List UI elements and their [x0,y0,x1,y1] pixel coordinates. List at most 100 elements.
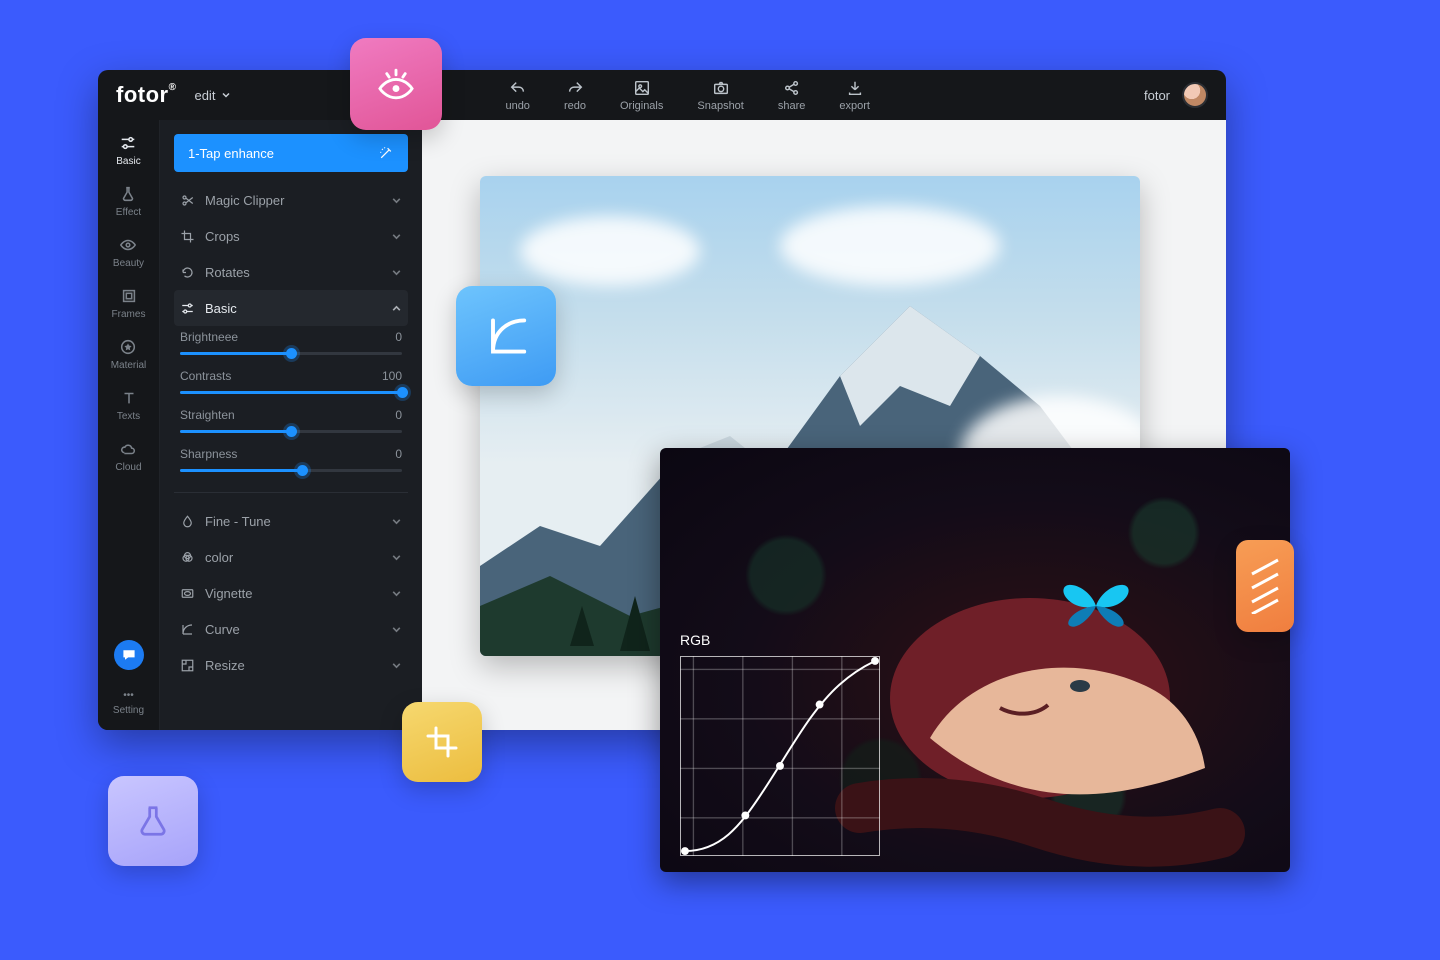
tile-effect-icon [108,776,198,866]
tool-resize[interactable]: Resize [174,647,408,683]
resize-icon [180,658,195,673]
tool-rail: Basic Effect Beauty Frames Material Text… [98,120,160,730]
slider-sharpness-label: Sharpness [180,447,237,461]
originals-label: Originals [620,100,663,112]
chevron-down-icon [391,552,402,563]
slider-thumb[interactable] [286,426,297,437]
tile-curve-icon [456,286,556,386]
slider-track[interactable] [180,430,402,433]
rail-effect[interactable]: Effect [116,185,141,218]
export-button[interactable]: export [839,79,870,112]
tool-magic-clipper[interactable]: Magic Clipper [174,182,408,218]
tool-basic-label: Basic [205,301,237,316]
avatar[interactable] [1182,82,1208,108]
slider-track[interactable] [180,469,402,472]
rail-cloud[interactable]: Cloud [115,440,141,473]
rail-cloud-label: Cloud [115,462,141,473]
tool-vignette-label: Vignette [205,586,252,601]
crop-icon [422,722,462,762]
crop-icon [180,229,195,244]
brand-logo: fotor® [98,82,194,108]
share-button[interactable]: share [778,79,806,112]
curve-overlay-title: RGB [680,632,710,648]
rail-bottom: ••• Setting [98,640,159,716]
sliders-icon [119,134,137,152]
originals-button[interactable]: Originals [620,79,663,112]
undo-button[interactable]: undo [505,79,529,112]
vignette-icon [180,586,195,601]
rail-material[interactable]: Material [111,338,147,371]
redo-label: redo [564,100,586,112]
tool-crops[interactable]: Crops [174,218,408,254]
sliders-icon [180,301,195,316]
undo-icon [509,79,527,97]
tool-resize-label: Resize [205,658,245,673]
one-tap-enhance-button[interactable]: 1-Tap enhance [174,134,408,172]
slider-contrasts[interactable]: Contrasts 100 [174,365,408,404]
rail-basic[interactable]: Basic [116,134,140,167]
rail-beauty[interactable]: Beauty [113,236,144,269]
tool-vignette[interactable]: Vignette [174,575,408,611]
rotate-icon [180,265,195,280]
rail-texts-label: Texts [117,411,140,422]
chevron-down-icon [221,90,231,100]
chat-button[interactable] [114,640,144,670]
redo-icon [566,79,584,97]
rail-frames[interactable]: Frames [112,287,146,320]
dots-icon: ••• [123,690,134,701]
tool-fine-tune-label: Fine - Tune [205,514,271,529]
chevron-up-icon [391,303,402,314]
share-label: share [778,100,806,112]
tool-fine-tune[interactable]: Fine - Tune [174,503,408,539]
camera-icon [712,79,730,97]
slider-straighten[interactable]: Straighten0 [174,404,408,443]
curve-icon [180,622,195,637]
slider-contrasts-value: 100 [382,369,402,383]
share-icon [783,79,801,97]
snapshot-button[interactable]: Snapshot [697,79,743,112]
eye-open-icon [373,61,419,107]
slider-sharpness[interactable]: Sharpness0 [174,443,408,482]
rail-setting[interactable]: ••• Setting [113,690,144,716]
curve-path [681,657,879,855]
slider-brightness-label: Brightneee [180,330,238,344]
slider-track[interactable] [180,352,402,355]
eye-icon [119,236,137,254]
chat-icon [121,647,137,663]
curve-grid[interactable] [680,656,880,856]
chevron-down-icon [391,588,402,599]
slider-thumb[interactable] [297,465,308,476]
rail-texts[interactable]: Texts [117,389,140,422]
tool-rotates[interactable]: Rotates [174,254,408,290]
divider [174,492,408,493]
slider-brightness[interactable]: Brightneee 0 [174,326,408,365]
rail-material-label: Material [111,360,147,371]
frame-icon [120,287,138,305]
one-tap-enhance-label: 1-Tap enhance [188,146,274,161]
slider-straighten-value: 0 [395,408,402,422]
slider-track[interactable] [180,391,402,394]
chevron-down-icon [391,267,402,278]
tile-preview-icon [350,38,442,130]
tool-curve[interactable]: Curve [174,611,408,647]
edit-menu[interactable]: edit [194,88,231,103]
image-icon [633,79,651,97]
scissors-icon [180,193,195,208]
rail-frames-label: Frames [112,309,146,320]
hatch-icon [1250,558,1280,614]
slider-contrasts-label: Contrasts [180,369,231,383]
curve-axis-icon [480,310,532,362]
drop-icon [180,514,195,529]
rail-basic-label: Basic [116,156,140,167]
redo-button[interactable]: redo [564,79,586,112]
rail-effect-label: Effect [116,207,141,218]
slider-thumb[interactable] [286,348,297,359]
chevron-down-icon [391,195,402,206]
slider-thumb[interactable] [397,387,408,398]
username-label[interactable]: fotor [1144,88,1170,103]
rail-setting-label: Setting [113,705,144,716]
slider-brightness-value: 0 [395,330,402,344]
rail-beauty-label: Beauty [113,258,144,269]
tool-color[interactable]: color [174,539,408,575]
tool-basic[interactable]: Basic [174,290,408,326]
